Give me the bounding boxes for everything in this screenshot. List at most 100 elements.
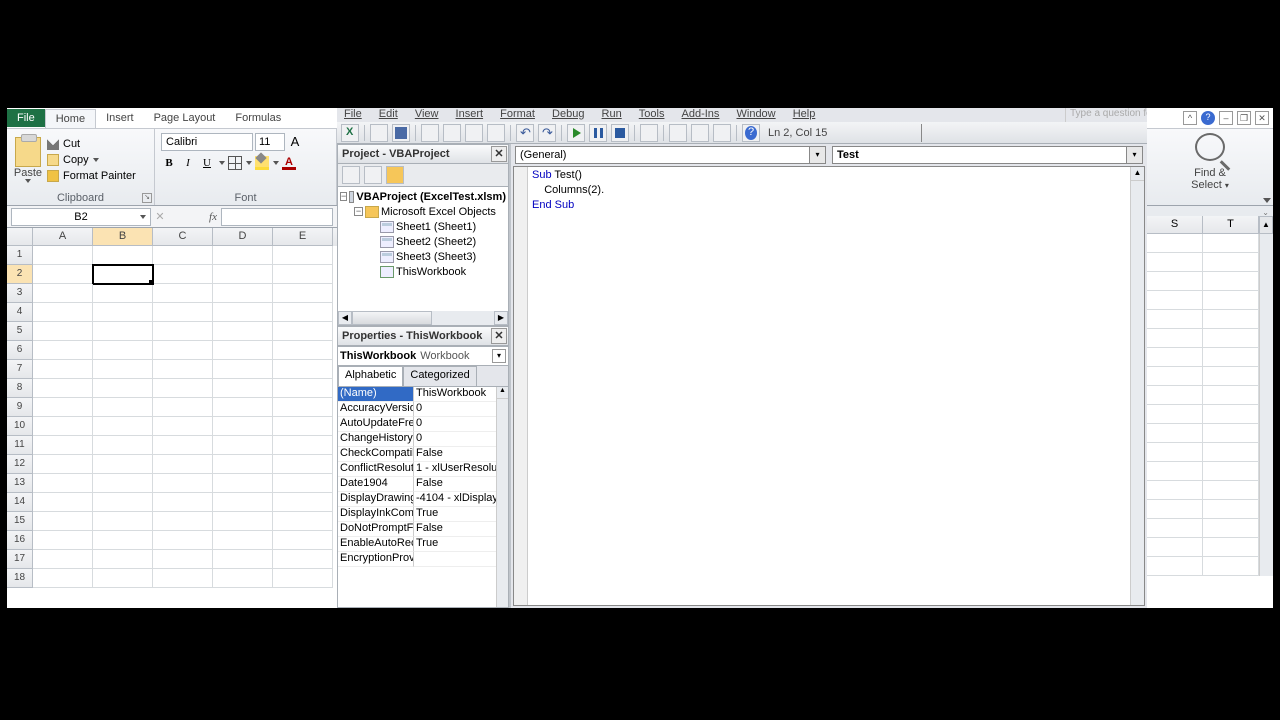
- cell[interactable]: [33, 436, 93, 455]
- redo-button[interactable]: [538, 124, 556, 142]
- vbe-menu-window[interactable]: Window: [730, 108, 783, 120]
- cell[interactable]: [93, 474, 153, 493]
- cell[interactable]: [273, 493, 333, 512]
- cell[interactable]: [153, 493, 213, 512]
- vscrollbar-track[interactable]: [1259, 519, 1273, 538]
- cell[interactable]: [33, 360, 93, 379]
- cell[interactable]: [93, 360, 153, 379]
- cell[interactable]: [213, 474, 273, 493]
- property-row[interactable]: CheckCompatibilityFalse: [338, 447, 508, 462]
- cell[interactable]: [1147, 329, 1203, 348]
- cell[interactable]: [93, 417, 153, 436]
- cell[interactable]: [213, 341, 273, 360]
- properties-tab-categorized[interactable]: Categorized: [403, 366, 476, 386]
- font-name-select[interactable]: [161, 133, 253, 151]
- cell[interactable]: [93, 341, 153, 360]
- row-header[interactable]: 7: [7, 360, 33, 379]
- tab-home[interactable]: Home: [45, 109, 96, 128]
- cell[interactable]: [93, 303, 153, 322]
- cell[interactable]: [33, 379, 93, 398]
- cut-button[interactable]: Cut: [47, 138, 136, 150]
- cell[interactable]: [33, 512, 93, 531]
- cell[interactable]: [153, 322, 213, 341]
- row-header[interactable]: 12: [7, 455, 33, 474]
- object-browser-button[interactable]: [713, 124, 731, 142]
- excel-restore-button[interactable]: ❐: [1237, 111, 1251, 125]
- cell[interactable]: [273, 569, 333, 588]
- italic-button[interactable]: I: [180, 155, 196, 171]
- cell[interactable]: [33, 569, 93, 588]
- cell[interactable]: [153, 474, 213, 493]
- row-header[interactable]: 17: [7, 550, 33, 569]
- bold-button[interactable]: B: [161, 155, 177, 171]
- tab-file[interactable]: File: [7, 109, 45, 127]
- cell[interactable]: [93, 512, 153, 531]
- cell[interactable]: [153, 265, 213, 284]
- vscrollbar-track[interactable]: [1259, 405, 1273, 424]
- cell[interactable]: [93, 265, 153, 284]
- property-row[interactable]: (Name)ThisWorkbook: [338, 387, 508, 402]
- cell[interactable]: [33, 474, 93, 493]
- vbe-menu-addins[interactable]: Add-Ins: [675, 108, 727, 120]
- cell[interactable]: [1203, 310, 1259, 329]
- cell[interactable]: [1203, 253, 1259, 272]
- cell[interactable]: [33, 284, 93, 303]
- cell[interactable]: [33, 550, 93, 569]
- select-all-corner[interactable]: [7, 228, 33, 246]
- cell[interactable]: [213, 455, 273, 474]
- cell[interactable]: [1147, 291, 1203, 310]
- cell[interactable]: [1147, 310, 1203, 329]
- property-row[interactable]: Date1904False: [338, 477, 508, 492]
- cell[interactable]: [1147, 538, 1203, 557]
- paste-button[interactable]: Paste: [11, 131, 45, 189]
- cell[interactable]: [1203, 481, 1259, 500]
- cell[interactable]: [273, 531, 333, 550]
- code-vscrollbar[interactable]: ▲: [1130, 167, 1144, 605]
- cell[interactable]: [213, 303, 273, 322]
- cell[interactable]: [93, 284, 153, 303]
- row-header[interactable]: 9: [7, 398, 33, 417]
- grow-font-button[interactable]: A: [287, 133, 303, 151]
- cell[interactable]: [153, 512, 213, 531]
- help-button[interactable]: [742, 124, 760, 142]
- cell[interactable]: [1203, 500, 1259, 519]
- row-header[interactable]: 1: [7, 246, 33, 265]
- view-code-button[interactable]: [342, 166, 360, 184]
- cell[interactable]: [153, 531, 213, 550]
- cell[interactable]: [1147, 234, 1203, 253]
- help-icon[interactable]: ?: [1201, 111, 1215, 125]
- cell[interactable]: [93, 436, 153, 455]
- cell[interactable]: [1147, 424, 1203, 443]
- cell[interactable]: [93, 493, 153, 512]
- tree-item-thisworkbook[interactable]: ThisWorkbook: [340, 264, 506, 279]
- cell[interactable]: [153, 569, 213, 588]
- vbe-menu-tools[interactable]: Tools: [632, 108, 672, 120]
- cell[interactable]: [213, 398, 273, 417]
- row-header[interactable]: 10: [7, 417, 33, 436]
- cell[interactable]: [213, 436, 273, 455]
- cell[interactable]: [1203, 367, 1259, 386]
- property-row[interactable]: DoNotPromptForConvertFalse: [338, 522, 508, 537]
- vscrollbar-track[interactable]: [1259, 557, 1273, 576]
- properties-window-button[interactable]: [691, 124, 709, 142]
- cell[interactable]: [1203, 519, 1259, 538]
- cell[interactable]: [1147, 405, 1203, 424]
- chevron-down-icon[interactable]: [245, 156, 252, 170]
- cell[interactable]: [273, 512, 333, 531]
- fill-color-button[interactable]: [255, 156, 269, 170]
- row-header[interactable]: 5: [7, 322, 33, 341]
- property-row[interactable]: AutoUpdateFrequency0: [338, 417, 508, 432]
- cell[interactable]: [1147, 386, 1203, 405]
- tab-formulas[interactable]: Formulas: [225, 109, 291, 127]
- chevron-down-icon[interactable]: [218, 156, 225, 170]
- vbe-menu-bar[interactable]: File Edit View Insert Format Debug Run T…: [337, 108, 1147, 122]
- cell[interactable]: [93, 322, 153, 341]
- cell[interactable]: [213, 569, 273, 588]
- excel-minimize-button[interactable]: –: [1219, 111, 1233, 125]
- cell[interactable]: [213, 493, 273, 512]
- cell[interactable]: [273, 550, 333, 569]
- cell[interactable]: [153, 398, 213, 417]
- cell[interactable]: [33, 531, 93, 550]
- cell[interactable]: [213, 417, 273, 436]
- cell[interactable]: [1203, 272, 1259, 291]
